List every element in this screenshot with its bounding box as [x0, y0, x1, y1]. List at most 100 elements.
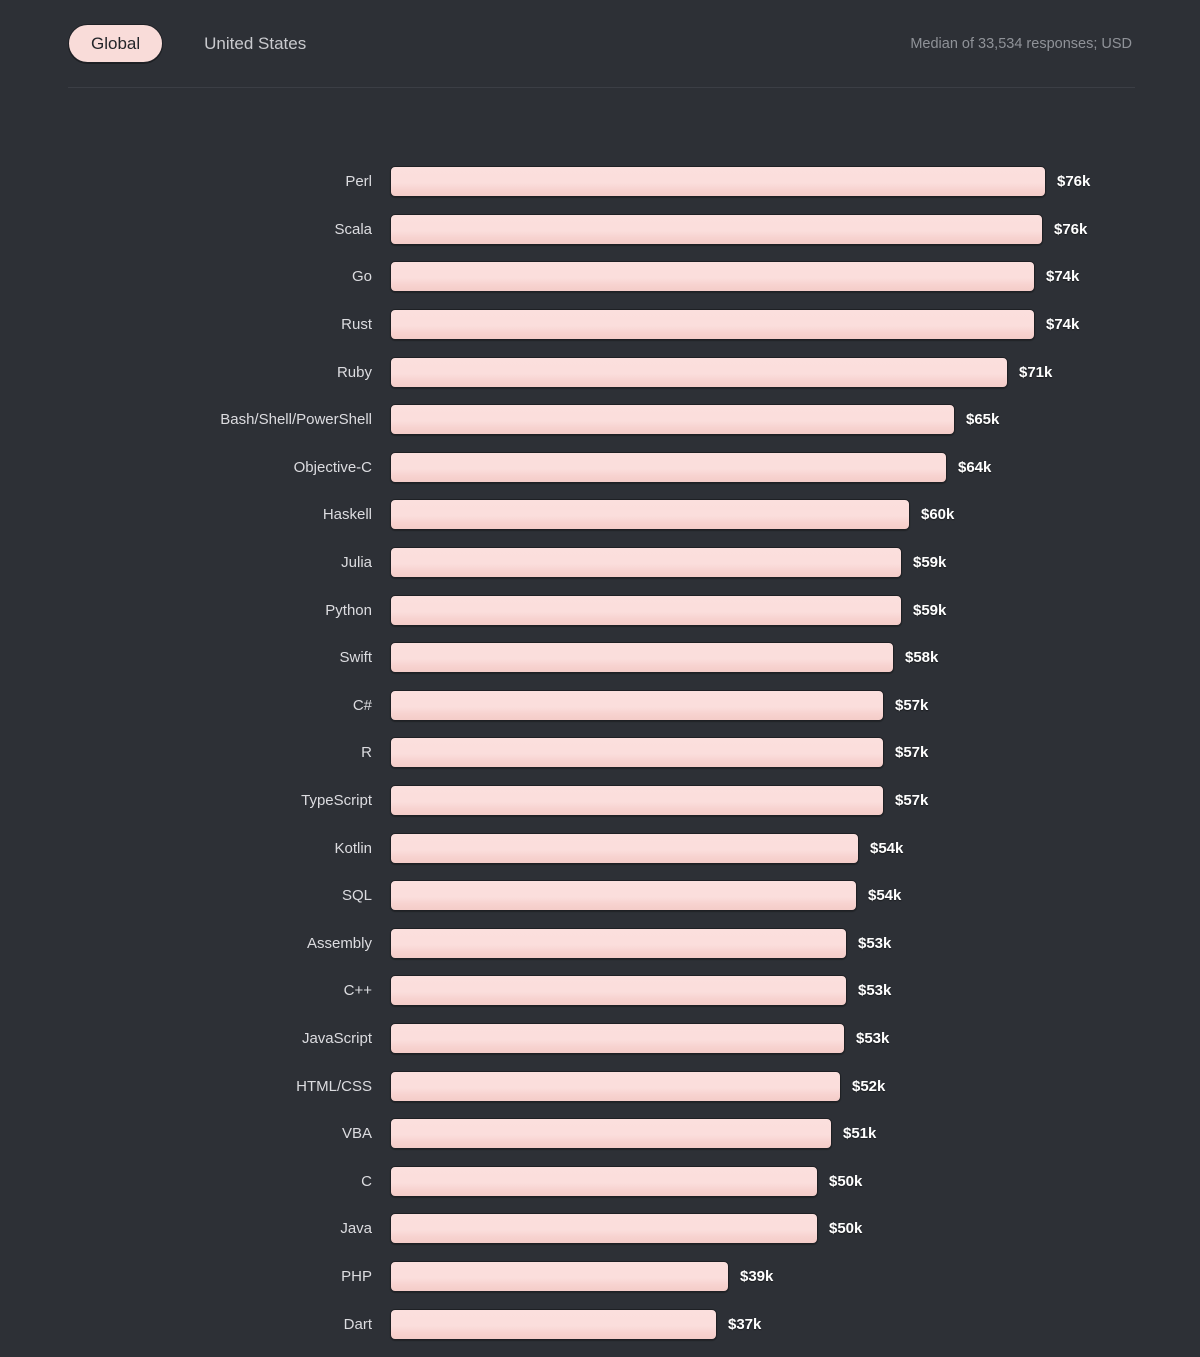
- bar-value-label: $74k: [1046, 316, 1080, 334]
- bar-track: $54k: [390, 832, 1200, 864]
- bar-category-label: Java: [340, 1220, 372, 1238]
- bar[interactable]: [390, 166, 1046, 198]
- bar-track: $53k: [390, 927, 1200, 959]
- bar-category-label: C#: [352, 696, 372, 714]
- chart-row: Haskell $60k: [0, 491, 1200, 539]
- bar-track: $74k: [390, 261, 1200, 293]
- bar-category-label: PHP: [341, 1267, 372, 1285]
- bar-category-label: Perl: [345, 173, 372, 191]
- bar-value-label: $71k: [1019, 363, 1053, 381]
- bar-track: $76k: [390, 213, 1200, 245]
- bar-value-label: $60k: [921, 506, 955, 524]
- bar[interactable]: [390, 356, 1008, 388]
- bar[interactable]: [390, 1022, 845, 1054]
- bar-category-label: VBA: [341, 1125, 372, 1143]
- chart-row: Assembly $53k: [0, 920, 1200, 968]
- chart-row: TypeScript $57k: [0, 777, 1200, 825]
- tab-united-states[interactable]: United States: [181, 24, 329, 63]
- bar-track: $76k: [390, 166, 1200, 198]
- bar-track: $65k: [390, 404, 1200, 436]
- bar[interactable]: [390, 1308, 717, 1340]
- bar[interactable]: [390, 880, 857, 912]
- bar-category-label: Dart: [343, 1315, 372, 1333]
- chart-row: SQL $54k: [0, 872, 1200, 920]
- chart-row: Rust $74k: [0, 301, 1200, 349]
- bar-track: $57k: [390, 689, 1200, 721]
- chart-row: C $50k: [0, 1157, 1200, 1205]
- bar-track: $57k: [390, 785, 1200, 817]
- bar[interactable]: [390, 451, 947, 483]
- bar[interactable]: [390, 927, 847, 959]
- bar-value-label: $52k: [852, 1077, 886, 1095]
- bar[interactable]: [390, 689, 884, 721]
- bar-category-label: R: [361, 744, 372, 762]
- bar-track: $74k: [390, 309, 1200, 341]
- tab-global[interactable]: Global: [68, 24, 164, 63]
- bar-track: $60k: [390, 499, 1200, 531]
- bar-value-label: $57k: [895, 744, 929, 762]
- bar[interactable]: [390, 1165, 818, 1197]
- bar[interactable]: [390, 832, 859, 864]
- bar-category-label: SQL: [341, 887, 372, 905]
- chart-row: Go $74k: [0, 253, 1200, 301]
- bar-value-label: $64k: [958, 458, 992, 476]
- bar-value-label: $65k: [966, 411, 1000, 429]
- bar-track: $54k: [390, 880, 1200, 912]
- bar-value-label: $59k: [913, 601, 947, 619]
- chart-row: Scala $76k: [0, 206, 1200, 254]
- chart-row: Bash/Shell/PowerShell $65k: [0, 396, 1200, 444]
- bar[interactable]: [390, 499, 910, 531]
- bar-category-label: Rust: [341, 316, 372, 334]
- bar-category-label: HTML/CSS: [296, 1077, 372, 1095]
- chart-row: Objective-C $64k: [0, 444, 1200, 492]
- bar-value-label: $51k: [843, 1125, 877, 1143]
- bar-category-label: C++: [343, 982, 372, 1000]
- bar[interactable]: [390, 547, 902, 579]
- bar-track: $58k: [390, 642, 1200, 674]
- bar-value-label: $50k: [829, 1172, 863, 1190]
- bar-track: $53k: [390, 1022, 1200, 1054]
- chart-row: VBA $51k: [0, 1110, 1200, 1158]
- bar[interactable]: [390, 642, 894, 674]
- bar-value-label: $37k: [728, 1315, 762, 1333]
- bar[interactable]: [390, 261, 1035, 293]
- chart-row: Perl $76k: [0, 158, 1200, 206]
- chart-row: C++ $53k: [0, 967, 1200, 1015]
- bar[interactable]: [390, 213, 1043, 245]
- bar[interactable]: [390, 1070, 841, 1102]
- bar-category-label: Haskell: [322, 506, 372, 524]
- chart-row: Java $50k: [0, 1205, 1200, 1253]
- chart-row: JavaScript $53k: [0, 1015, 1200, 1063]
- bar-track: $52k: [390, 1070, 1200, 1102]
- bar-category-label: Assembly: [306, 934, 372, 952]
- bar[interactable]: [390, 737, 884, 769]
- chart-row: Python $59k: [0, 586, 1200, 634]
- bar[interactable]: [390, 404, 955, 436]
- bar[interactable]: [390, 785, 884, 817]
- chart-row: R $57k: [0, 729, 1200, 777]
- bar[interactable]: [390, 1213, 818, 1245]
- bar-track: $39k: [390, 1260, 1200, 1292]
- chart-row: Dart $37k: [0, 1300, 1200, 1348]
- bar[interactable]: [390, 975, 847, 1007]
- bar-value-label: $54k: [868, 887, 902, 905]
- chart-row: C# $57k: [0, 682, 1200, 730]
- bar-category-label: Ruby: [336, 363, 372, 381]
- chart-header: Global United States Median of 33,534 re…: [0, 0, 1200, 87]
- bar-track: $64k: [390, 451, 1200, 483]
- bar[interactable]: [390, 309, 1035, 341]
- bar-value-label: $50k: [829, 1220, 863, 1238]
- bar[interactable]: [390, 594, 902, 626]
- bar-category-label: TypeScript: [301, 792, 372, 810]
- bar[interactable]: [390, 1118, 832, 1150]
- salary-bar-chart: Perl $76k Scala $76k Go $74k Rust $74k Ruby $71k B…: [0, 87, 1200, 1348]
- bar-category-label: Bash/Shell/PowerShell: [220, 411, 372, 429]
- bar-value-label: $53k: [858, 982, 892, 1000]
- bar-track: $59k: [390, 594, 1200, 626]
- bar-value-label: $76k: [1054, 220, 1088, 238]
- bar-track: $50k: [390, 1165, 1200, 1197]
- bar-value-label: $53k: [856, 1029, 890, 1047]
- bar[interactable]: [390, 1260, 729, 1292]
- bar-category-label: Julia: [341, 554, 372, 572]
- region-tab-group: Global United States: [68, 24, 329, 63]
